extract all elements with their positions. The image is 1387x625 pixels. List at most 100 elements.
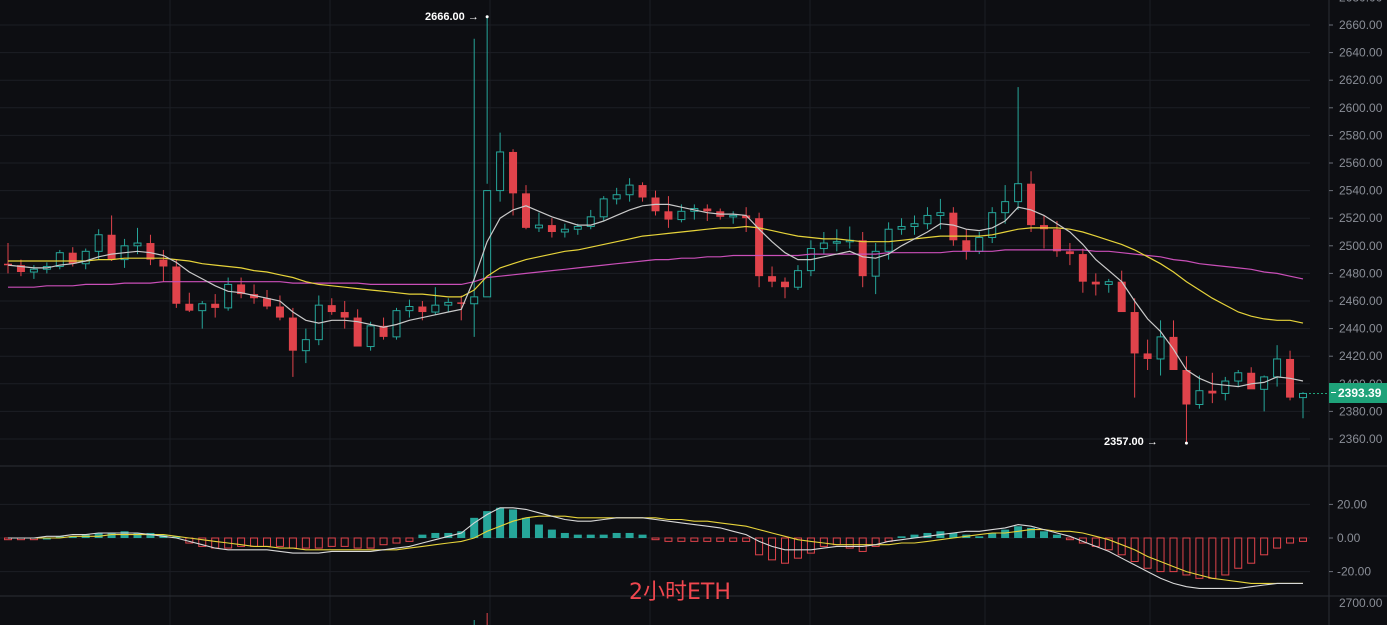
macd-bar	[729, 537, 738, 542]
macd-bar	[275, 537, 284, 547]
macd-bar	[690, 537, 699, 542]
candle-body	[677, 210, 686, 221]
macd-bar	[832, 537, 841, 546]
macd-bar	[612, 532, 621, 538]
price-tick-label: 2540.00	[1339, 184, 1383, 198]
candle-body	[470, 296, 479, 305]
candle-body	[625, 184, 634, 196]
macd-bar	[457, 531, 466, 538]
macd-bar	[1247, 537, 1256, 564]
candle-body	[107, 234, 116, 260]
candle-body	[1091, 281, 1100, 285]
macd-bar	[638, 534, 647, 538]
macd-bar	[301, 537, 310, 549]
macd-bar	[392, 537, 401, 544]
candle-body	[1299, 392, 1307, 399]
candle-body	[1104, 281, 1113, 285]
candle-body	[29, 268, 38, 273]
candle-body	[664, 211, 673, 220]
price-tick-label: 2500.00	[1339, 239, 1383, 253]
candle-body	[1221, 380, 1230, 394]
candle-body	[405, 306, 414, 312]
candle-body	[910, 223, 919, 227]
price-tick-label: 2680.00	[1339, 0, 1383, 4]
candle-body	[340, 312, 349, 318]
macd-bar	[664, 537, 673, 542]
macd-bar	[314, 537, 323, 549]
macd-bar	[405, 537, 414, 542]
macd-bar	[1001, 529, 1010, 538]
candle-body	[768, 276, 777, 282]
macd-bar	[768, 537, 777, 561]
macd-bar	[509, 509, 518, 538]
price-tick-label: 2520.00	[1339, 211, 1383, 225]
candle-body	[444, 301, 453, 306]
price-tick-label: 2660.00	[1339, 18, 1383, 32]
price-tick-label: 2440.00	[1339, 322, 1383, 336]
max-price-label: 2666.00 →	[425, 11, 479, 23]
candle-body	[1001, 201, 1010, 214]
ma-fast-line	[7, 203, 1304, 388]
macd-bar	[1040, 531, 1048, 538]
watermark-label: 2小时ETH	[629, 580, 731, 605]
macd-bar	[1208, 537, 1217, 579]
candle-body	[612, 194, 621, 200]
price-tick-label: 2380.00	[1339, 404, 1383, 418]
macd-bar	[651, 537, 660, 541]
candle-body	[1195, 390, 1204, 406]
macd-bar	[703, 537, 712, 542]
candle-body	[897, 225, 906, 230]
macd-bar	[1156, 537, 1165, 573]
price-tick-label: 2480.00	[1339, 266, 1383, 280]
macd-tick-label: 20.00	[1337, 497, 1367, 511]
macd-bar	[366, 537, 375, 549]
candle-body	[198, 303, 207, 312]
macd-bar	[975, 536, 984, 538]
candle-body	[1078, 254, 1087, 282]
candle-body	[729, 214, 738, 218]
macd-bar	[586, 534, 595, 538]
macd-bar	[1065, 537, 1074, 541]
candle-body	[1065, 251, 1074, 255]
macd-bar	[1286, 537, 1295, 544]
price-tick-label: 2560.00	[1339, 156, 1383, 170]
candle-body	[1208, 390, 1217, 394]
macd-bar	[1052, 534, 1061, 538]
candle-body	[858, 240, 867, 277]
macd-bar	[1273, 537, 1282, 549]
macd-bar	[250, 537, 259, 547]
candle-body	[819, 242, 828, 250]
macd-bar	[1234, 537, 1243, 569]
macd-bar	[288, 537, 297, 549]
price-tick-label: 2360.00	[1339, 432, 1383, 446]
macd-bar	[547, 529, 556, 538]
candle-body	[224, 283, 233, 309]
candle-body	[1234, 372, 1243, 382]
candle-body	[211, 303, 220, 308]
macd-bar	[560, 532, 569, 538]
macd-bar	[431, 532, 440, 538]
macd-bar	[522, 517, 530, 538]
candle-body	[975, 237, 984, 252]
candlestick-chart[interactable]: 2360.002380.002400.002420.002440.002460.…	[0, 0, 1387, 625]
candle-body	[573, 225, 582, 230]
macd-tick-label: 0.00	[1337, 531, 1361, 545]
price-tick-label: 2580.00	[1339, 128, 1383, 142]
macd-bar	[1182, 537, 1191, 576]
macd-bar	[897, 536, 906, 538]
macd-tick-label: -20.00	[1337, 565, 1371, 579]
macd-bar	[1299, 537, 1307, 542]
macd-bar	[496, 507, 505, 538]
candle-body	[288, 317, 297, 351]
macd-bar	[418, 534, 427, 538]
price-axis: 2360.002380.002400.002420.002440.002460.…	[1329, 0, 1383, 610]
macd-bar	[793, 537, 802, 559]
macd-bar	[806, 537, 815, 554]
candle-body	[263, 298, 271, 307]
candle-body	[560, 228, 569, 233]
macd-bar	[353, 537, 362, 549]
candle-body	[547, 225, 556, 232]
candle-body	[275, 306, 284, 318]
macd-bar	[742, 537, 751, 542]
candle-body	[793, 270, 802, 288]
